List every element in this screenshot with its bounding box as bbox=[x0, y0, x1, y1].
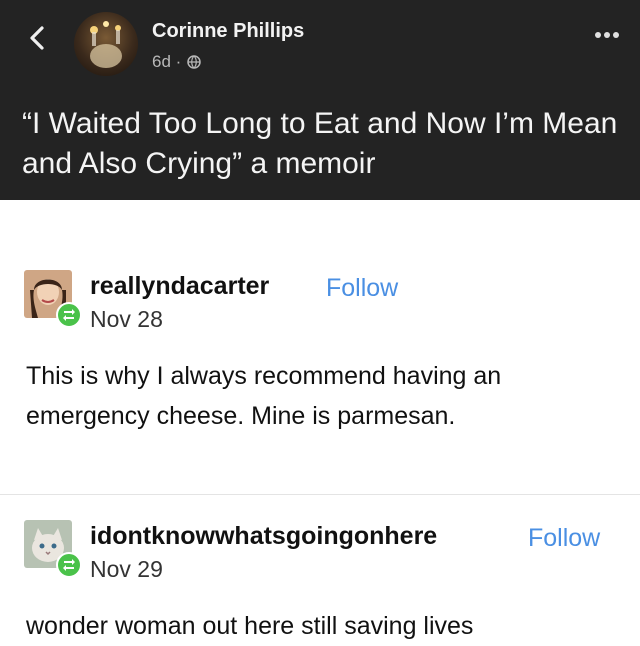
reblog-badge bbox=[56, 552, 82, 578]
facebook-post-text: “I Waited Too Long to Eat and Now I’m Me… bbox=[22, 107, 618, 180]
facebook-post-header: Corinne Phillips 6d · “I Waited Too Long… bbox=[0, 0, 640, 200]
author-avatar[interactable] bbox=[74, 12, 138, 76]
username[interactable]: reallyndacarter bbox=[90, 272, 269, 301]
more-options-icon[interactable] bbox=[594, 30, 620, 40]
reblog-icon bbox=[63, 309, 75, 321]
post-text: wonder woman out here still saving lives bbox=[26, 612, 474, 640]
globe-icon bbox=[187, 55, 202, 69]
follow-button[interactable]: Follow bbox=[528, 524, 600, 553]
post-text: This is why I always recommend having an… bbox=[26, 362, 502, 430]
post-date: Nov 28 bbox=[90, 306, 163, 332]
post-date: Nov 29 bbox=[90, 556, 163, 582]
avatar-photo bbox=[90, 21, 122, 68]
reblog-icon bbox=[63, 559, 75, 571]
username[interactable]: idontknowwhatsgoingonhere bbox=[90, 522, 437, 551]
author-name[interactable]: Corinne Phillips bbox=[152, 20, 304, 43]
back-chevron-icon[interactable] bbox=[26, 24, 50, 52]
post-meta: 6d · bbox=[152, 52, 202, 72]
follow-button[interactable]: Follow bbox=[326, 274, 398, 303]
reblog-badge bbox=[56, 302, 82, 328]
post-time: 6d · bbox=[152, 52, 182, 71]
post-divider bbox=[0, 494, 640, 495]
